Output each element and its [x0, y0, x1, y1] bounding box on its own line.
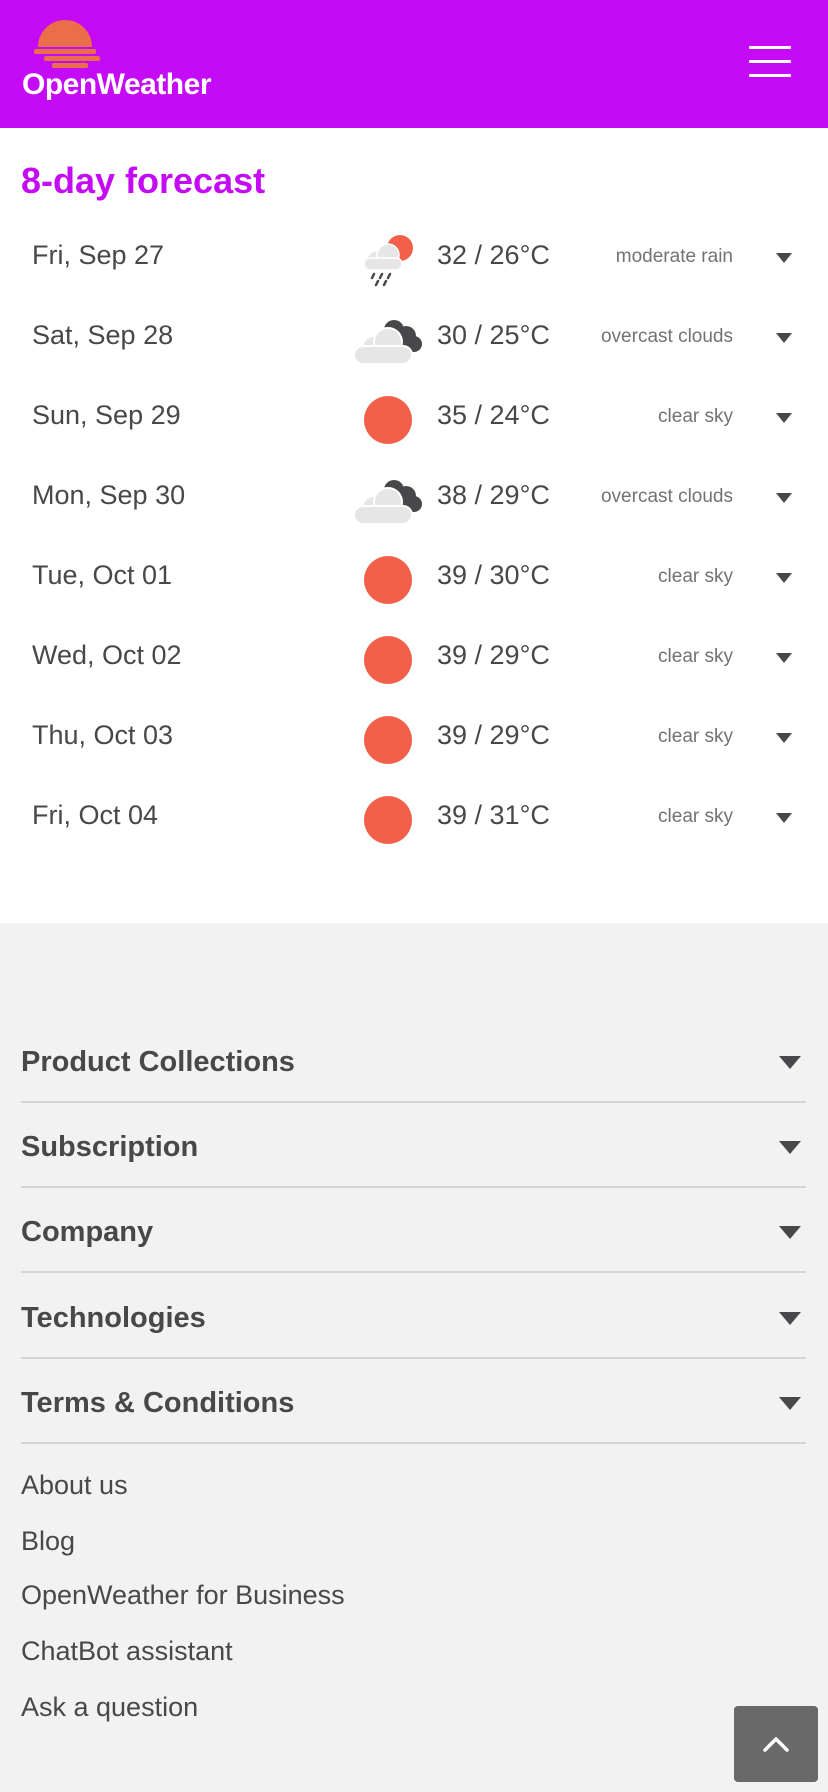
- forecast-date: Tue, Oct 01: [32, 560, 173, 590]
- forecast-desc: clear sky: [658, 646, 733, 667]
- forecast-temp: 39 / 29°C: [437, 640, 550, 670]
- overcast-clouds-icon: [350, 468, 426, 532]
- chevron-down-icon[interactable]: [779, 1226, 801, 1239]
- chevron-down-icon[interactable]: [776, 733, 792, 743]
- footer-section-terms[interactable]: Terms & Conditions: [21, 1359, 806, 1444]
- footer-section-label: Subscription: [21, 1131, 199, 1163]
- chevron-down-icon[interactable]: [776, 253, 792, 263]
- forecast-temp: 39 / 29°C: [437, 720, 550, 750]
- footer-link-chatbot[interactable]: ChatBot assistant: [21, 1636, 233, 1667]
- forecast-row[interactable]: Thu, Oct 03 39 / 29°C clear sky: [0, 700, 828, 780]
- scroll-to-top-button[interactable]: [734, 1706, 818, 1782]
- forecast-temp: 32 / 26°C: [437, 240, 550, 270]
- footer-link-business[interactable]: OpenWeather for Business: [21, 1580, 345, 1611]
- footer: Product Collections Subscription Company…: [0, 923, 828, 1792]
- footer-section-label: Company: [21, 1216, 154, 1248]
- header: OpenWeather: [0, 0, 828, 128]
- forecast-row[interactable]: Fri, Sep 27 32 / 26°C moderate rain: [0, 220, 828, 300]
- forecast-title: 8-day forecast: [21, 160, 266, 201]
- forecast-temp: 39 / 31°C: [437, 800, 550, 830]
- forecast-date: Mon, Sep 30: [32, 480, 186, 510]
- forecast-desc: overcast clouds: [600, 486, 733, 507]
- forecast-row[interactable]: Fri, Oct 04 39 / 31°C clear sky: [0, 780, 828, 860]
- forecast-desc: clear sky: [658, 406, 733, 427]
- footer-link-ask-question[interactable]: Ask a question: [21, 1692, 198, 1723]
- forecast-desc: clear sky: [658, 806, 733, 827]
- footer-link-about-us[interactable]: About us: [21, 1470, 128, 1501]
- chevron-down-icon[interactable]: [779, 1056, 801, 1069]
- forecast-desc: clear sky: [658, 726, 733, 747]
- forecast-desc: moderate rain: [615, 246, 733, 267]
- logo-text: OpenWeather: [22, 68, 212, 101]
- chevron-down-icon[interactable]: [779, 1312, 801, 1325]
- chevron-down-icon[interactable]: [779, 1141, 801, 1154]
- forecast-date: Sun, Sep 29: [32, 400, 181, 430]
- forecast-date: Fri, Oct 04: [32, 800, 159, 830]
- forecast-date: Thu, Oct 03: [32, 720, 174, 750]
- footer-section-label: Product Collections: [21, 1046, 295, 1078]
- footer-section-subscription[interactable]: Subscription: [21, 1103, 806, 1188]
- forecast-row[interactable]: Sat, Sep 28 30 / 25°C overcast clouds: [0, 300, 828, 380]
- rain-sun-icon: [350, 228, 426, 292]
- clear-sky-icon: [350, 708, 426, 772]
- forecast-row[interactable]: Wed, Oct 02 39 / 29°C clear sky: [0, 620, 828, 700]
- forecast-date: Wed, Oct 02: [32, 640, 182, 670]
- chevron-down-icon[interactable]: [776, 573, 792, 583]
- footer-link-blog[interactable]: Blog: [21, 1526, 75, 1557]
- footer-section-technologies[interactable]: Technologies: [21, 1274, 806, 1359]
- forecast-row[interactable]: Sun, Sep 29 35 / 24°C clear sky: [0, 380, 828, 460]
- forecast-temp: 35 / 24°C: [437, 400, 550, 430]
- footer-section-product-collections[interactable]: Product Collections: [21, 1018, 806, 1103]
- footer-section-label: Technologies: [21, 1302, 206, 1334]
- forecast-temp: 39 / 30°C: [437, 560, 550, 590]
- forecast-temp: 38 / 29°C: [437, 480, 550, 510]
- chevron-down-icon[interactable]: [776, 333, 792, 343]
- chevron-down-icon[interactable]: [776, 813, 792, 823]
- footer-section-label: Terms & Conditions: [21, 1387, 295, 1419]
- clear-sky-icon: [350, 628, 426, 692]
- forecast-desc: overcast clouds: [600, 326, 733, 347]
- footer-section-company[interactable]: Company: [21, 1188, 806, 1273]
- openweather-logo[interactable]: OpenWeather: [22, 20, 222, 104]
- forecast-section: 8-day forecast Fri, Sep 27 32 / 26°C mod…: [0, 128, 828, 923]
- chevron-down-icon[interactable]: [776, 493, 792, 503]
- forecast-date: Fri, Sep 27: [32, 240, 165, 270]
- clear-sky-icon: [350, 548, 426, 612]
- chevron-down-icon[interactable]: [776, 413, 792, 423]
- chevron-down-icon[interactable]: [779, 1397, 801, 1410]
- forecast-date: Sat, Sep 28: [32, 320, 174, 350]
- hamburger-menu-icon[interactable]: [749, 44, 793, 80]
- forecast-row[interactable]: Tue, Oct 01 39 / 30°C clear sky: [0, 540, 828, 620]
- logo-sun-icon: [34, 20, 100, 68]
- clear-sky-icon: [350, 388, 426, 452]
- chevron-down-icon[interactable]: [776, 653, 792, 663]
- forecast-desc: clear sky: [658, 566, 733, 587]
- chevron-up-icon: [763, 1737, 789, 1752]
- forecast-temp: 30 / 25°C: [437, 320, 550, 350]
- overcast-clouds-icon: [350, 308, 426, 372]
- clear-sky-icon: [350, 788, 426, 852]
- forecast-row[interactable]: Mon, Sep 30 38 / 29°C overcast clouds: [0, 460, 828, 540]
